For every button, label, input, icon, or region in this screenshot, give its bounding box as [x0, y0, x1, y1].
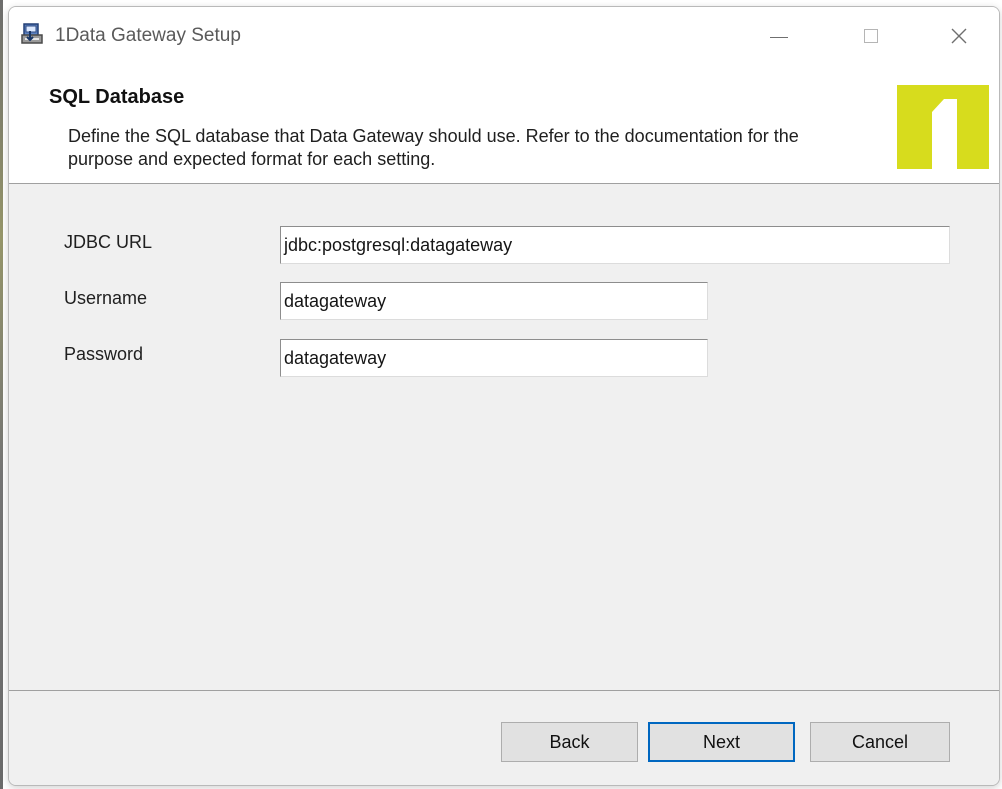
- setup-window: 1Data Gateway Setup SQL Database Define …: [8, 6, 1000, 786]
- username-input[interactable]: datagateway: [280, 282, 708, 320]
- close-button[interactable]: [929, 7, 989, 65]
- minimize-button[interactable]: [749, 7, 809, 65]
- next-button[interactable]: Next: [648, 722, 795, 762]
- password-label: Password: [64, 344, 144, 364]
- cancel-button[interactable]: Cancel: [810, 722, 950, 762]
- password-input[interactable]: datagateway: [280, 339, 708, 377]
- back-button[interactable]: Back: [501, 722, 638, 762]
- page-description: Define the SQL database that Data Gatewa…: [68, 126, 799, 169]
- page-header: SQL Database Define the SQL database tha…: [9, 65, 999, 184]
- installer-icon: [21, 23, 43, 44]
- username-label: Username: [64, 288, 148, 308]
- background-edge: [0, 0, 3, 789]
- settings-panel: JDBC URL jdbc:postgresql:datagateway Use…: [9, 184, 999, 690]
- screen: 1Data Gateway Setup SQL Database Define …: [0, 0, 1002, 789]
- window-title: 1Data Gateway Setup: [55, 25, 241, 46]
- logo-icon: 1: [897, 85, 989, 169]
- page-title: SQL Database: [49, 86, 185, 108]
- title-bar[interactable]: 1Data Gateway Setup: [9, 7, 999, 65]
- maximize-icon: [864, 29, 878, 43]
- close-icon: [951, 28, 967, 44]
- jdbc-url-input[interactable]: jdbc:postgresql:datagateway: [280, 226, 950, 264]
- jdbc-url-label: JDBC URL: [64, 232, 153, 252]
- minimize-icon: [770, 36, 788, 38]
- wizard-footer: Back Next Cancel: [9, 691, 999, 785]
- maximize-button[interactable]: [841, 7, 901, 65]
